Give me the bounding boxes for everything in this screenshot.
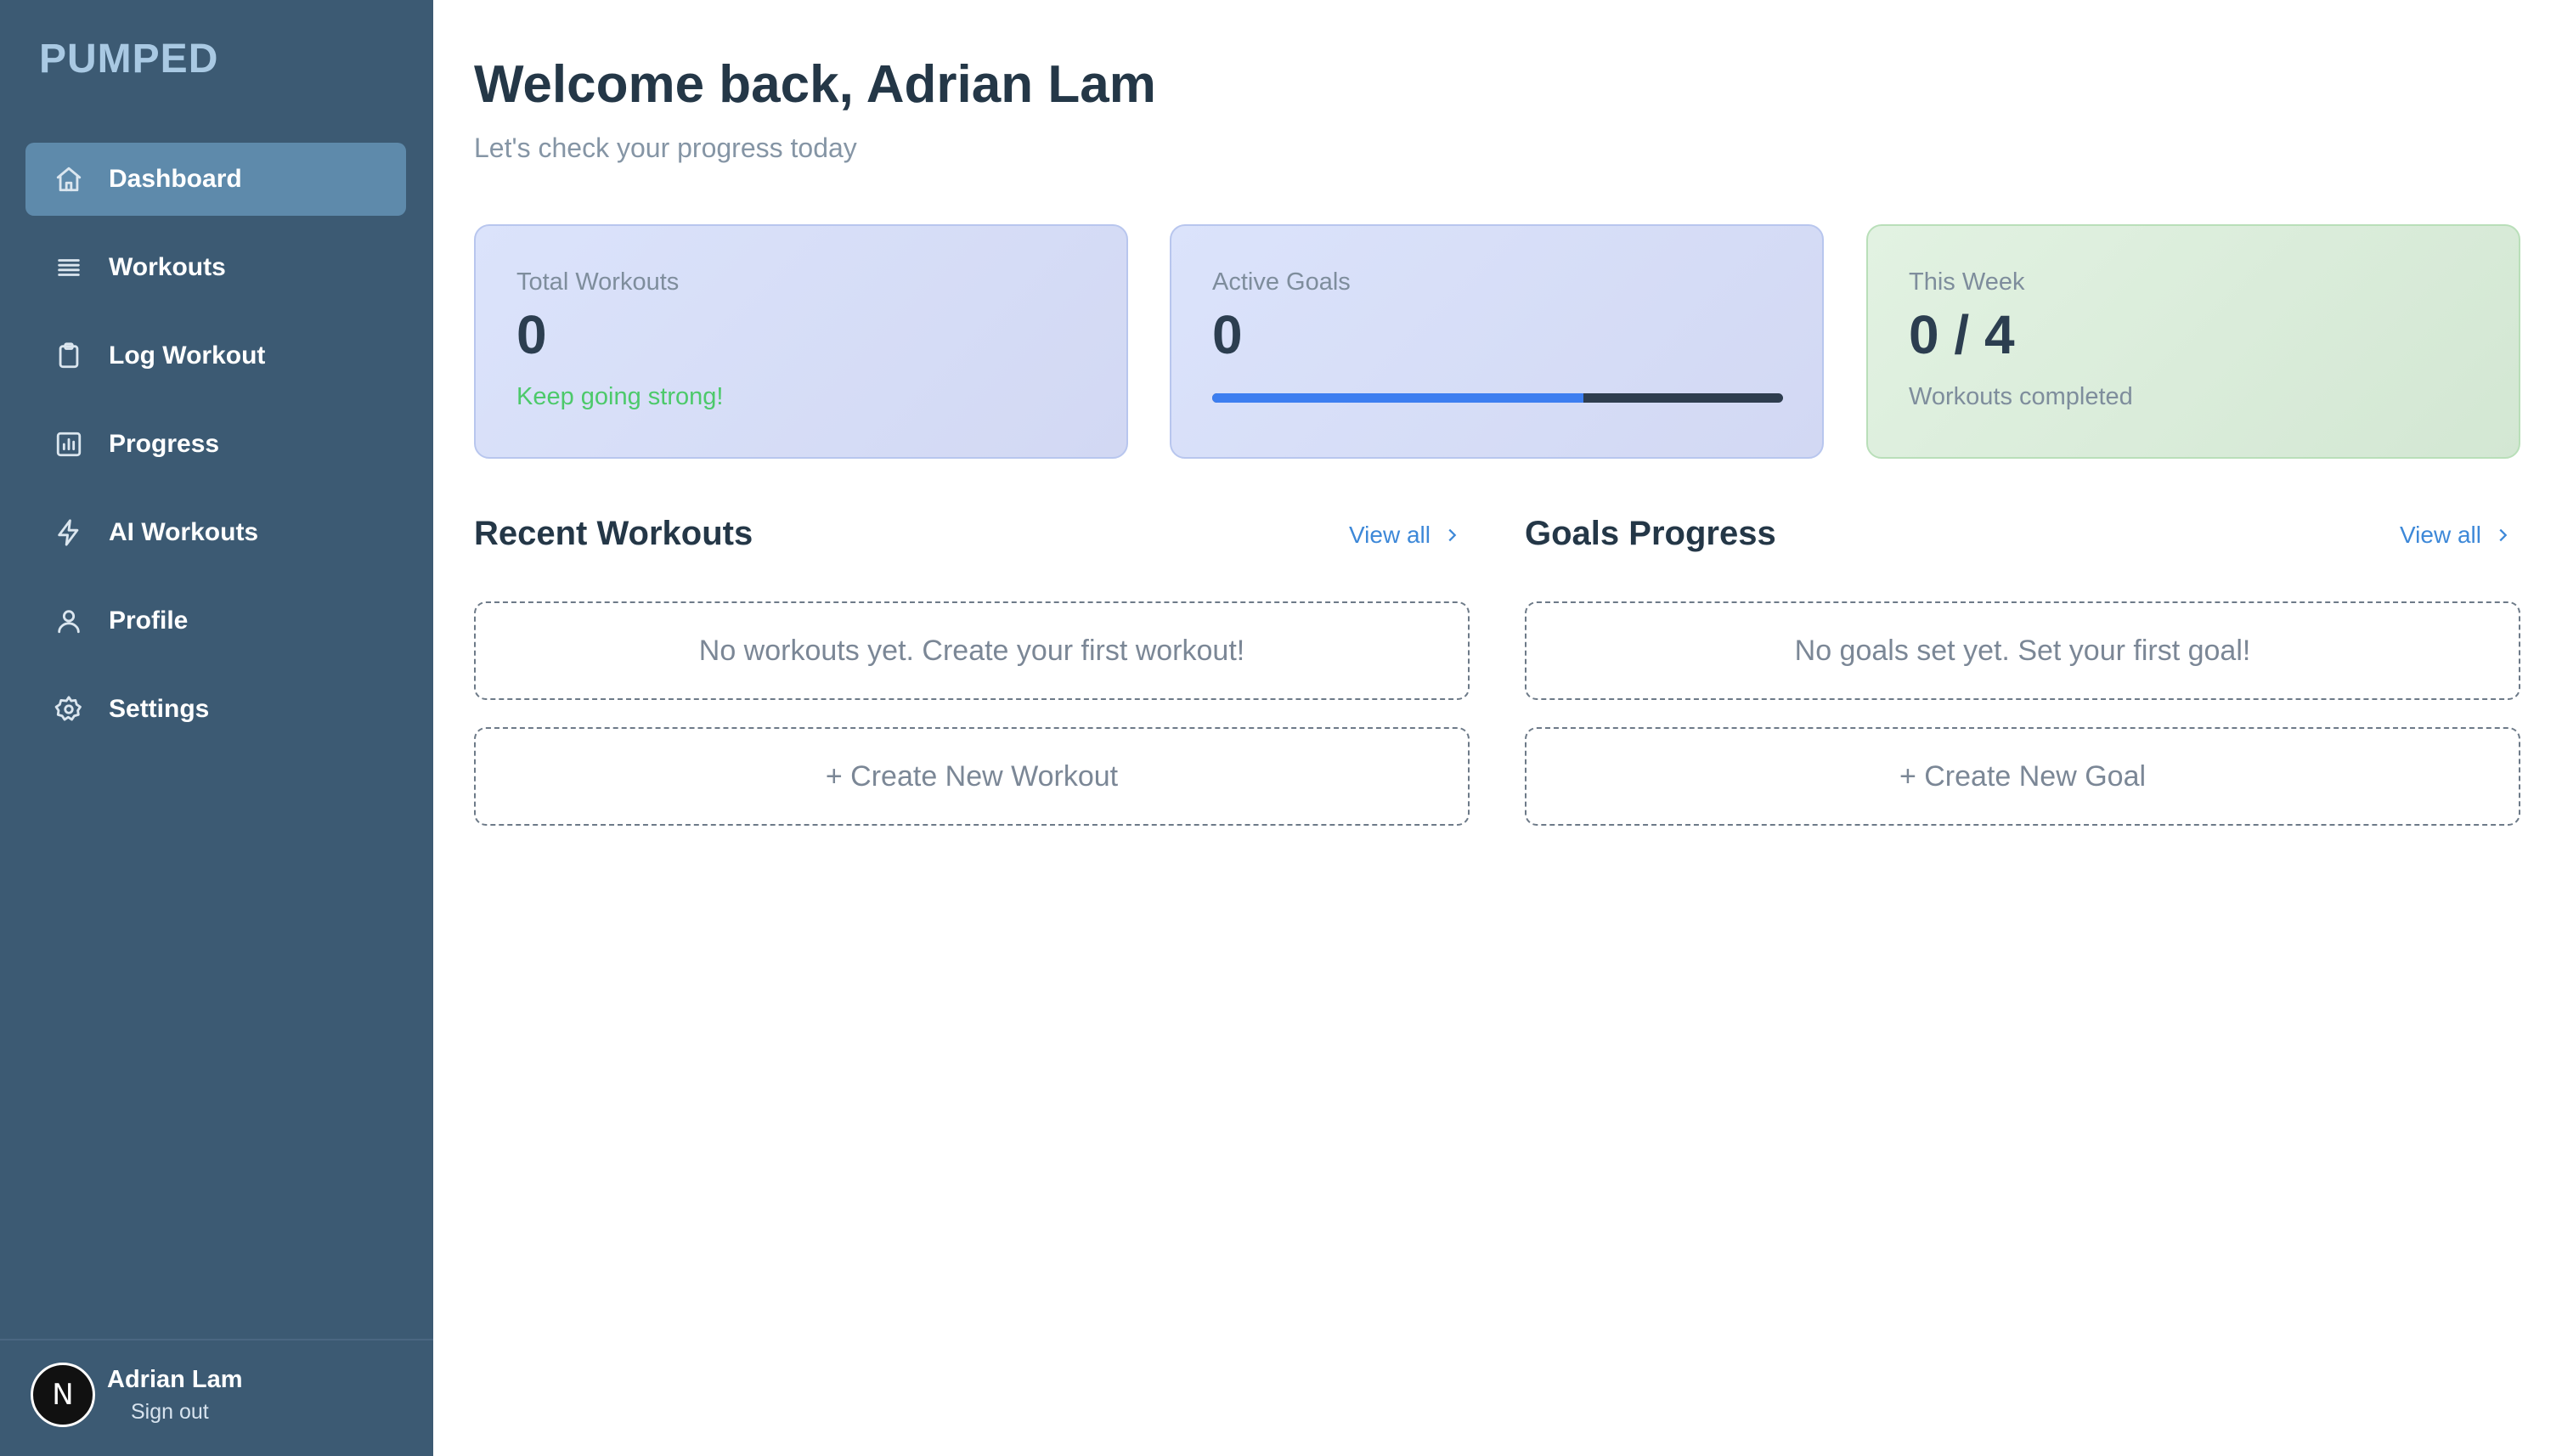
sidebar-item-profile[interactable]: Profile <box>25 584 406 657</box>
sidebar-nav: Dashboard Workouts Log Workout Progress … <box>25 143 406 761</box>
chevron-right-icon <box>1448 528 1457 542</box>
view-all-label: View all <box>2400 522 2481 548</box>
card-value: 0 / 4 <box>1909 304 2015 365</box>
sidebar-item-progress[interactable]: Progress <box>25 408 406 481</box>
goals-empty-state: No goals set yet. Set your first goal! <box>1525 601 2520 700</box>
user-name: Adrian Lam <box>107 1366 243 1393</box>
avatar[interactable]: N <box>31 1363 95 1427</box>
card-label: This Week <box>1909 268 2025 296</box>
card-label: Total Workouts <box>516 268 680 296</box>
total-workouts-card: Total Workouts 0 Keep going strong! <box>474 224 1128 459</box>
page-title: Welcome back, Adrian Lam <box>474 55 1156 114</box>
sidebar-item-label: Dashboard <box>109 165 242 193</box>
card-value: 0 <box>516 304 547 365</box>
card-label: Active Goals <box>1212 268 1351 296</box>
card-note: Workouts completed <box>1909 383 2133 411</box>
sidebar-item-workouts[interactable]: Workouts <box>25 231 406 304</box>
lightning-icon <box>54 518 83 547</box>
page-subtitle: Let's check your progress today <box>474 133 857 163</box>
user-panel: N Adrian Lam Sign out <box>0 1339 433 1456</box>
active-goals-card: Active Goals 0 <box>1170 224 1824 459</box>
bar-chart-icon <box>54 430 83 459</box>
main-content: Welcome back, Adrian Lam Let's check you… <box>433 0 2562 1456</box>
view-all-label: View all <box>1349 522 1431 548</box>
sidebar-item-label: Log Workout <box>109 341 266 370</box>
workouts-empty-state: No workouts yet. Create your first worko… <box>474 601 1470 700</box>
sidebar: PUMPED Dashboard Workouts Log Workout Pr… <box>0 0 433 1456</box>
sidebar-item-dashboard[interactable]: Dashboard <box>25 143 406 216</box>
list-icon <box>54 253 83 282</box>
sidebar-item-settings[interactable]: Settings <box>25 673 406 746</box>
clipboard-icon <box>54 341 83 370</box>
goals-progress-title: Goals Progress <box>1525 515 1776 552</box>
sign-out-link[interactable]: Sign out <box>131 1400 209 1425</box>
recent-workouts-title: Recent Workouts <box>474 515 753 552</box>
sidebar-item-label: Workouts <box>109 253 226 281</box>
goals-progress-bar <box>1212 393 1783 404</box>
sidebar-item-label: Settings <box>109 695 210 723</box>
user-icon <box>54 607 83 635</box>
home-icon <box>54 165 83 194</box>
sidebar-item-label: AI Workouts <box>109 518 259 546</box>
create-workout-button[interactable]: + Create New Workout <box>474 727 1470 826</box>
sidebar-item-log-workout[interactable]: Log Workout <box>25 319 406 392</box>
recent-view-all-link[interactable]: View all <box>1349 522 1461 549</box>
card-note: Keep going strong! <box>516 383 724 411</box>
goals-progress-fill <box>1212 393 1583 404</box>
chevron-right-icon <box>2499 528 2508 542</box>
brand-logo[interactable]: PUMPED <box>39 36 218 82</box>
this-week-card: This Week 0 / 4 Workouts completed <box>1866 224 2520 459</box>
create-goal-button[interactable]: + Create New Goal <box>1525 727 2520 826</box>
sidebar-item-label: Progress <box>109 430 220 458</box>
sidebar-item-ai-workouts[interactable]: AI Workouts <box>25 496 406 569</box>
card-value: 0 <box>1212 304 1243 365</box>
gear-icon <box>54 695 83 724</box>
sidebar-item-label: Profile <box>109 607 189 635</box>
goals-view-all-link[interactable]: View all <box>2400 522 2512 549</box>
